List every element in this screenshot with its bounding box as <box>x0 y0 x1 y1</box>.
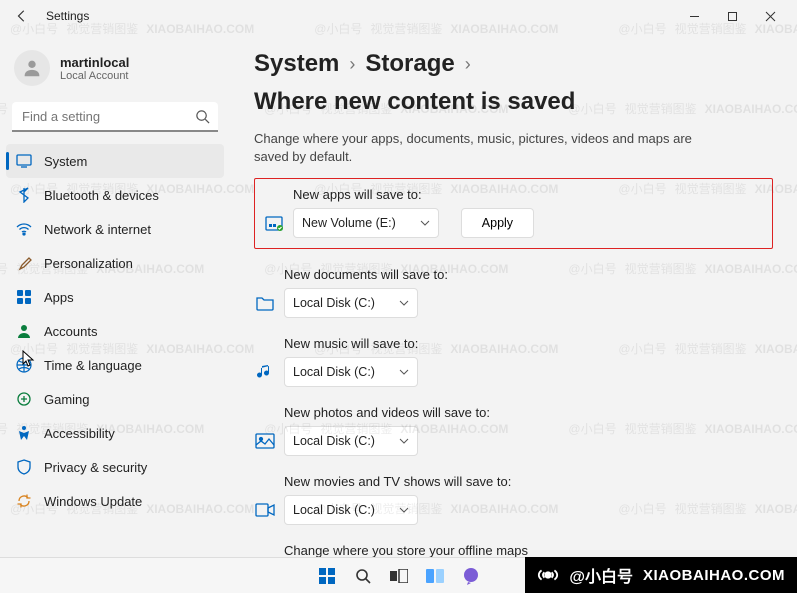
person-icon <box>16 323 32 339</box>
dropdown-value: Local Disk (C:) <box>293 296 375 310</box>
sidebar-item-label: System <box>44 154 87 169</box>
setting-group-photos: New photos and videos will save to: Loca… <box>254 405 773 456</box>
watermark-ch: @小白号 <box>569 563 633 587</box>
sidebar-item-privacy[interactable]: Privacy & security <box>6 450 224 484</box>
sidebar-item-label: Time & language <box>44 358 142 373</box>
sidebar-item-apps[interactable]: Apps <box>6 280 224 314</box>
photos-icon <box>254 430 276 452</box>
chevron-down-icon <box>399 438 409 444</box>
setting-group-music: New music will save to: Local Disk (C:) <box>254 336 773 387</box>
sidebar-item-system[interactable]: System <box>6 144 224 178</box>
photos-location-dropdown[interactable]: Local Disk (C:) <box>284 426 418 456</box>
sidebar-item-label: Personalization <box>44 256 133 271</box>
apps-save-icon <box>263 212 285 234</box>
sidebar-item-accessibility[interactable]: Accessibility <box>6 416 224 450</box>
task-view-icon[interactable] <box>388 565 410 587</box>
user-account-type: Local Account <box>60 70 129 82</box>
breadcrumb-current: Where new content is saved <box>254 88 575 116</box>
system-icon <box>16 153 32 169</box>
user-name: martinlocal <box>60 55 129 70</box>
globe-icon <box>16 357 32 373</box>
sidebar-item-label: Apps <box>44 290 74 305</box>
breadcrumb-storage[interactable]: Storage <box>365 50 454 78</box>
sidebar-item-accounts[interactable]: Accounts <box>6 314 224 348</box>
chevron-right-icon: › <box>465 54 471 75</box>
apply-button[interactable]: Apply <box>461 208 534 238</box>
documents-icon <box>254 292 276 314</box>
sidebar-item-label: Gaming <box>44 392 90 407</box>
watermark-banner: @小白号 XIAOBAIHAO.COM <box>525 557 797 593</box>
group-label: New documents will save to: <box>284 267 773 282</box>
group-label: New music will save to: <box>284 336 773 351</box>
dropdown-value: Local Disk (C:) <box>293 434 375 448</box>
sidebar: martinlocal Local Account System Bluetoo… <box>0 32 230 593</box>
sidebar-item-bluetooth[interactable]: Bluetooth & devices <box>6 178 224 212</box>
sidebar-item-label: Accessibility <box>44 426 115 441</box>
music-location-dropdown[interactable]: Local Disk (C:) <box>284 357 418 387</box>
dropdown-value: Local Disk (C:) <box>293 365 375 379</box>
documents-location-dropdown[interactable]: Local Disk (C:) <box>284 288 418 318</box>
dropdown-value: Local Disk (C:) <box>293 503 375 517</box>
nav-list: System Bluetooth & devices Network & int… <box>6 144 224 518</box>
bluetooth-icon <box>16 187 32 203</box>
start-button[interactable] <box>316 565 338 587</box>
minimize-button[interactable] <box>675 2 713 30</box>
breadcrumb-system[interactable]: System <box>254 50 339 78</box>
sidebar-item-label: Accounts <box>44 324 97 339</box>
wifi-icon <box>16 221 32 237</box>
sidebar-item-personalization[interactable]: Personalization <box>6 246 224 280</box>
chevron-down-icon <box>420 220 430 226</box>
chat-icon[interactable] <box>460 565 482 587</box>
sidebar-item-label: Privacy & security <box>44 460 147 475</box>
apps-icon <box>16 289 32 305</box>
search-input[interactable] <box>12 102 218 132</box>
sidebar-item-gaming[interactable]: Gaming <box>6 382 224 416</box>
setting-group-documents: New documents will save to: Local Disk (… <box>254 267 773 318</box>
title-bar: Settings <box>0 0 797 32</box>
sidebar-item-label: Bluetooth & devices <box>44 188 159 203</box>
back-button[interactable] <box>8 2 36 30</box>
sidebar-item-label: Windows Update <box>44 494 142 509</box>
maximize-button[interactable] <box>713 2 751 30</box>
taskbar-search-icon[interactable] <box>352 565 374 587</box>
group-label: New apps will save to: <box>293 187 764 202</box>
sidebar-item-label: Network & internet <box>44 222 151 237</box>
chevron-down-icon <box>399 369 409 375</box>
dropdown-value: New Volume (E:) <box>302 216 396 230</box>
page-description: Change where your apps, documents, music… <box>254 130 694 166</box>
chevron-right-icon: › <box>349 54 355 75</box>
search-icon <box>195 109 210 129</box>
update-icon <box>16 493 32 509</box>
apps-location-dropdown[interactable]: New Volume (E:) <box>293 208 439 238</box>
shield-icon <box>16 459 32 475</box>
brush-icon <box>16 255 32 271</box>
widgets-icon[interactable] <box>424 565 446 587</box>
video-icon <box>254 499 276 521</box>
window-title: Settings <box>46 9 89 23</box>
close-button[interactable] <box>751 2 789 30</box>
group-label: New movies and TV shows will save to: <box>284 474 773 489</box>
group-label: New photos and videos will save to: <box>284 405 773 420</box>
user-account-block[interactable]: martinlocal Local Account <box>6 40 224 102</box>
setting-group-movies: New movies and TV shows will save to: Lo… <box>254 474 773 525</box>
main-content: System › Storage › Where new content is … <box>230 32 797 593</box>
gaming-icon <box>16 391 32 407</box>
watermark-en: XIAOBAIHAO.COM <box>643 567 785 584</box>
sidebar-item-time-language[interactable]: Time & language <box>6 348 224 382</box>
breadcrumb: System › Storage › Where new content is … <box>254 50 773 116</box>
setting-group-apps: New apps will save to: New Volume (E:) A… <box>254 178 773 249</box>
avatar <box>14 50 50 86</box>
sidebar-item-network[interactable]: Network & internet <box>6 212 224 246</box>
chevron-down-icon <box>399 300 409 306</box>
music-icon <box>254 361 276 383</box>
chevron-down-icon <box>399 507 409 513</box>
accessibility-icon <box>16 425 32 441</box>
sidebar-item-windows-update[interactable]: Windows Update <box>6 484 224 518</box>
movies-location-dropdown[interactable]: Local Disk (C:) <box>284 495 418 525</box>
